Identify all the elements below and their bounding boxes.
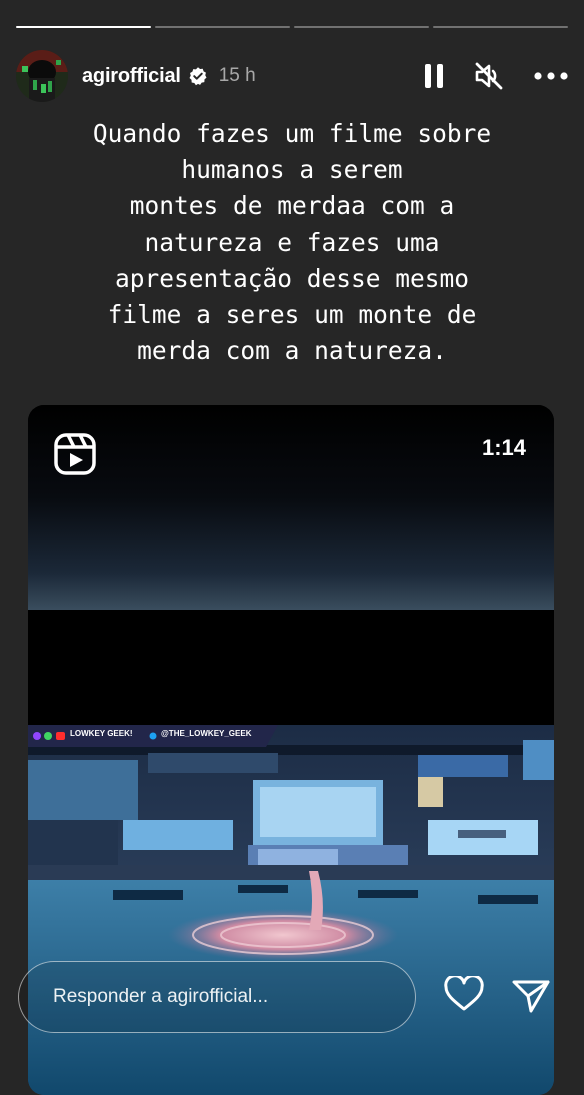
avatar[interactable] [16, 50, 68, 102]
header-actions [424, 62, 568, 90]
progress-segment [155, 26, 290, 28]
reply-placeholder: Responder a agirofficial... [53, 986, 269, 1007]
story-progress-bar [16, 26, 568, 28]
dolphin-show-video-thumbnail [28, 725, 554, 1095]
post-time: 15 h [218, 65, 256, 86]
more-icon[interactable] [534, 72, 568, 80]
heart-icon[interactable] [444, 974, 484, 1017]
stream-banner: LOWKEY GEEK! @THE_LOWKEY_GEEK [28, 725, 278, 747]
video-duration: 1:14 [481, 435, 526, 460]
story-header: agirofficial 15 h [16, 50, 568, 102]
reel-dark-area [28, 405, 554, 610]
pause-icon[interactable] [424, 63, 444, 89]
mute-icon[interactable] [474, 62, 504, 90]
progress-segment [16, 26, 151, 28]
reply-input[interactable]: Responder a agirofficial... [18, 961, 416, 1033]
reel-black-bar [28, 610, 554, 725]
channel-name: LOWKEY GEEK! [70, 729, 133, 738]
story-caption: Quando fazes um filme sobre humanos a se… [92, 119, 492, 366]
progress-segment [294, 26, 429, 28]
reels-icon [54, 433, 96, 480]
progress-fill [16, 26, 151, 28]
reel-video-frame: LOWKEY GEEK! @THE_LOWKEY_GEEK [28, 725, 554, 1095]
send-icon[interactable] [511, 978, 551, 1019]
verified-badge-icon [188, 66, 208, 86]
channel-handle: @THE_LOWKEY_GEEK [161, 729, 252, 738]
progress-segment [433, 26, 568, 28]
username[interactable]: agirofficial [82, 65, 181, 88]
